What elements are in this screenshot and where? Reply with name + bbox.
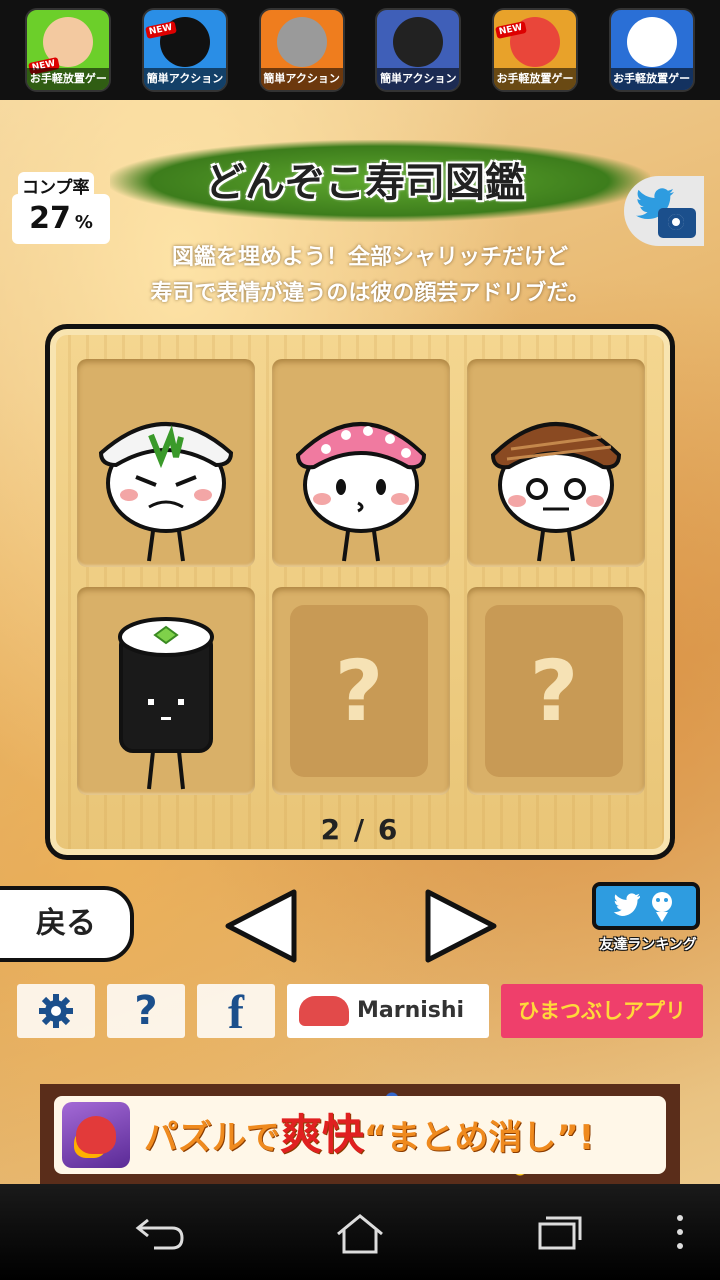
ad-text-prefix: パズルで [144, 1118, 280, 1158]
help-button[interactable]: ? [107, 984, 185, 1038]
collection-item-anago[interactable] [467, 359, 645, 567]
twitter-ranking-icon [592, 882, 700, 930]
menu-dots-icon[interactable] [672, 1212, 688, 1252]
collection-item-locked[interactable]: ? [272, 587, 450, 795]
completion-value: 27 [29, 201, 71, 236]
collection-grid: ? ? [77, 359, 647, 795]
completion-value-box: 27% [12, 194, 110, 244]
promo-app-3-icon [276, 17, 327, 67]
ad-panel: パズルで爽快“まとめ消し”! [54, 1096, 666, 1174]
marnishi-label: Marnishi [357, 998, 465, 1023]
prev-page-button[interactable] [222, 888, 302, 964]
back-button[interactable]: 戻る [0, 886, 134, 962]
tweet-screenshot-button[interactable] [624, 176, 704, 246]
facebook-button[interactable]: f [197, 984, 275, 1039]
completion-label: コンプ率 [18, 172, 94, 199]
system-nav-bar [0, 1184, 720, 1280]
promo-app-bar: NEW お手軽放置ゲー NEW 簡単アクション 簡単アクション 簡単アクション … [0, 0, 720, 100]
page-title: どんぞこ寿司図鑑 [205, 160, 525, 206]
completion-unit: % [74, 212, 93, 233]
promo-app-4-caption: 簡単アクション [377, 68, 460, 90]
collection-board: ? ? 2 / 6 [45, 324, 675, 860]
ad-banner[interactable]: パズルで爽快“まとめ消し”! [40, 1084, 680, 1184]
ad-text: パズルで爽快“まとめ消し”! [144, 1096, 594, 1174]
negi-sushi-icon [98, 422, 234, 562]
promo-app-6[interactable]: お手軽放置ゲー [608, 8, 695, 92]
locked-item-label: ? [485, 605, 623, 777]
promo-app-3[interactable]: 簡単アクション [258, 8, 345, 92]
description-line-2: 寿司で表情が違うのは彼の顔芸アドリブだ。 [150, 281, 590, 306]
collection-item-negi[interactable] [77, 359, 255, 567]
promo-app-6-caption: お手軽放置ゲー [610, 68, 693, 90]
promo-app-2[interactable]: NEW 簡単アクション [141, 8, 228, 92]
promo-app-5[interactable]: NEW お手軽放置ゲー [491, 8, 578, 92]
recent-apps-icon[interactable] [534, 1212, 586, 1252]
promo-app-4-icon [393, 17, 444, 67]
tako-sushi-icon [295, 422, 427, 562]
description-line-1: 図鑑を埋めよう！全部シャリッチだけど [171, 245, 568, 270]
promo-app-1-caption: お手軽放置ゲー [27, 68, 110, 90]
marnishi-logo-icon [299, 996, 349, 1026]
home-nav-icon[interactable] [334, 1212, 386, 1256]
himatsubushi-apps-button[interactable]: ひまつぶしアプリ [501, 984, 703, 1038]
ad-text-suffix: “まとめ消し”! [364, 1118, 595, 1158]
promo-app-3-caption: 簡単アクション [260, 68, 343, 90]
locked-item-label: ? [290, 605, 428, 777]
collection-item-kappa-maki[interactable] [77, 587, 255, 795]
marnishi-button[interactable]: Marnishi [287, 984, 489, 1038]
facebook-icon: f [228, 986, 244, 1039]
promo-app-6-icon [626, 17, 677, 67]
zukan-screen: どんぞこ寿司図鑑 コンプ率 27% 図鑑を埋めよう！全部シャリッチだけど 寿司で… [0, 100, 720, 1184]
collection-item-locked[interactable]: ? [467, 587, 645, 795]
back-nav-icon[interactable] [134, 1212, 186, 1252]
page-indicator: 2 / 6 [320, 813, 400, 846]
ad-text-emphasis: 爽快 [280, 1110, 365, 1159]
completion-rate: コンプ率 27% [12, 172, 110, 244]
kappa-maki-icon [118, 617, 214, 790]
friend-ranking-button[interactable]: 友達ランキング [592, 882, 704, 962]
settings-button[interactable] [17, 984, 95, 1038]
next-page-button[interactable] [420, 888, 500, 964]
promo-app-2-caption: 簡単アクション [143, 68, 226, 90]
help-icon: ? [134, 988, 158, 1034]
gear-icon [39, 994, 73, 1028]
promo-app-5-caption: お手軽放置ゲー [493, 68, 576, 90]
friend-ranking-label: 友達ランキング [599, 937, 697, 953]
candy-game-icon [62, 1102, 130, 1168]
promo-app-1[interactable]: NEW お手軽放置ゲー [25, 8, 112, 92]
camera-icon [658, 208, 696, 238]
collection-item-tako[interactable] [272, 359, 450, 567]
anago-sushi-icon [490, 422, 622, 562]
description: 図鑑を埋めよう！全部シャリッチだけど 寿司で表情が違うのは彼の顔芸アドリブだ。 [60, 240, 680, 312]
promo-app-4[interactable]: 簡単アクション [375, 8, 462, 92]
